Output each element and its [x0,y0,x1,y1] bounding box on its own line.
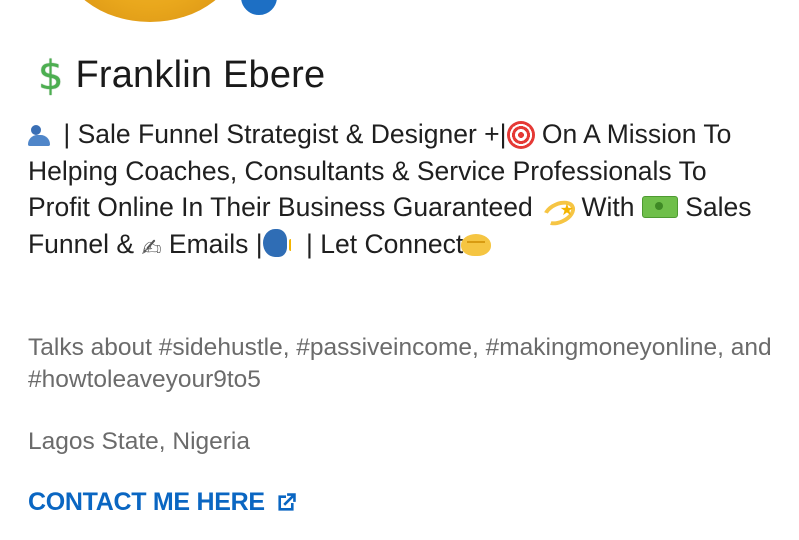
money-bill-icon [641,196,678,218]
contact-me-label: CONTACT ME HERE [28,488,265,516]
avatar[interactable] [60,0,240,22]
writing-hand-icon: ✍ [141,233,162,262]
profile-name: Franklin Ebere [75,54,326,96]
people-icon [28,124,54,146]
handshake-icon [461,233,492,256]
profile-headline: | Sale Funnel Strategist & Designer +| O… [28,116,773,266]
headline-text-1: | Sale Funnel Strategist & Designer +| [56,119,507,149]
profile-location: Lagos State, Nigeria [28,428,250,455]
contact-me-link[interactable]: CONTACT ME HERE [28,488,299,517]
talks-about: Talks about #sidehustle, #passiveincome,… [28,334,772,393]
direct-hit-icon [506,121,535,149]
headline-text-6: | Let Connect [298,228,464,259]
headline-text-5: Emails | [161,228,263,259]
avatar-badge [238,0,280,18]
external-link-icon [278,492,296,511]
profile-intro-card: $ Franklin Ebere | Sale Funnel Strategis… [0,0,799,540]
profile-name-row: $ Franklin Ebere [28,54,325,97]
speaking-head-icon [262,228,299,259]
dizzy-sparkle-icon [540,192,574,229]
dollar-icon: $ [38,52,64,99]
headline-text-3: With [574,192,642,222]
